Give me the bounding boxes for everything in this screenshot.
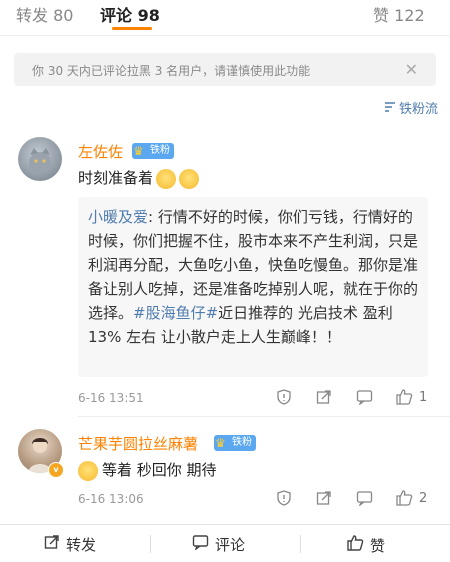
fan-badge: ♛ 铁粉 — [132, 143, 174, 159]
notice-text: 你 30 天内已评论拉黑 3 名用户，请谨慎使用此功能 — [32, 64, 311, 78]
close-icon[interactable]: ✕ — [405, 60, 418, 79]
comment-text-content: 等着 秒回你 期待 — [102, 461, 217, 479]
divider — [78, 416, 450, 417]
comment-label: 评论 — [215, 536, 246, 554]
comment-button[interactable]: 评论 — [192, 534, 245, 555]
hashtag-link[interactable]: #股海鱼仔# — [133, 304, 218, 322]
comment-text-content: 时刻准备着 — [78, 169, 154, 187]
tab-bar: 转发 80 评论 98 赞 122 — [0, 0, 450, 34]
reply-box[interactable]: 小暖及爱: 行情不好的时候，你们亏钱，行情好的时候，你们把握不住，股市本来不产生… — [78, 197, 428, 377]
comment-icon[interactable] — [356, 490, 373, 510]
comment-text: 等着 秒回你 期待 — [78, 459, 217, 481]
divider — [150, 535, 151, 553]
bottom-action-bar: 转发 评论 赞 — [0, 524, 450, 562]
emoji-icon — [179, 168, 200, 189]
divider — [0, 35, 450, 36]
sort-label: 铁粉流 — [398, 102, 438, 117]
emoji-icon — [156, 168, 177, 189]
tab-repost[interactable]: 转发 80 — [16, 2, 73, 26]
like-icon[interactable] — [395, 388, 413, 409]
active-tab-indicator — [112, 27, 152, 30]
report-icon[interactable] — [276, 490, 292, 510]
comment-time: 6-16 13:06 — [78, 492, 144, 506]
comment-icon[interactable] — [356, 389, 373, 409]
reply-text: 小暖及爱: 行情不好的时候，你们亏钱，行情好的时候，你们把握不住，股市本来不产生… — [88, 205, 420, 349]
comment-icon — [192, 534, 209, 554]
comment-username[interactable]: 芒果芋圆拉丝麻薯 — [78, 433, 198, 454]
sort-icon — [384, 102, 396, 117]
fan-badge-label: 铁粉 — [232, 437, 252, 448]
block-notice: 你 30 天内已评论拉黑 3 名用户，请谨慎使用此功能 ✕ — [14, 53, 436, 86]
fan-badge-label: 铁粉 — [150, 145, 170, 156]
doge-emoji-icon — [78, 460, 98, 481]
divider — [300, 535, 301, 553]
like-icon[interactable] — [395, 489, 413, 510]
share-icon[interactable] — [316, 389, 332, 409]
fan-badge: ♛ 铁粉 — [214, 435, 256, 451]
reply-username[interactable]: 小暖及爱 — [88, 208, 148, 226]
comment-username[interactable]: 左佐佐 — [78, 141, 123, 162]
report-icon[interactable] — [276, 389, 292, 409]
repost-label: 转发 — [66, 536, 97, 554]
comment-text: 时刻准备着 — [78, 167, 200, 189]
crown-icon: ♛ — [215, 436, 226, 450]
verified-icon: v — [48, 462, 64, 478]
repost-button[interactable]: 转发 — [44, 534, 96, 555]
like-label: 赞 — [370, 537, 386, 555]
crown-icon: ♛ — [133, 144, 144, 158]
avatar[interactable] — [18, 137, 62, 181]
comment-time: 6-16 13:51 — [78, 391, 144, 405]
repost-icon — [44, 534, 60, 554]
like-button[interactable]: 赞 — [346, 534, 385, 556]
like-count: 2 — [419, 491, 428, 506]
sort-toggle[interactable]: 铁粉流 — [384, 98, 438, 117]
like-icon — [346, 534, 364, 555]
tab-comment[interactable]: 评论 98 — [100, 2, 160, 26]
like-count: 1 — [419, 390, 428, 405]
share-icon[interactable] — [316, 490, 332, 510]
tab-like[interactable]: 赞 122 — [373, 2, 425, 26]
